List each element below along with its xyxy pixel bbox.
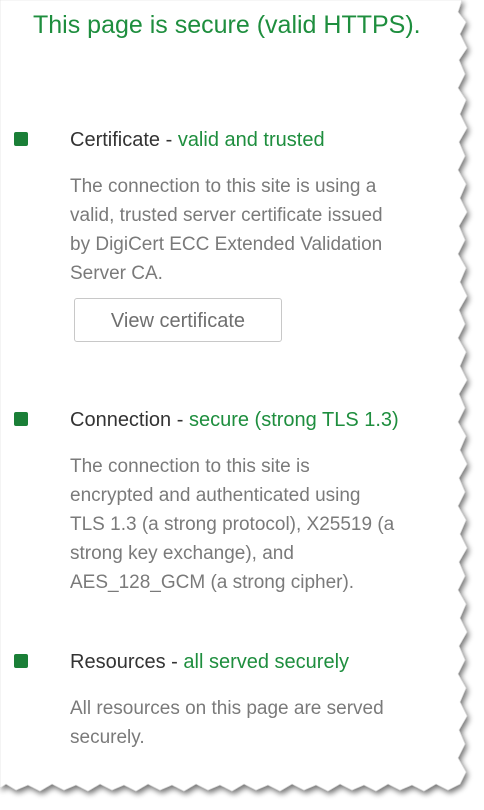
- certificate-status: valid and trusted: [177, 129, 325, 151]
- resources-title: Resources - all served securely: [70, 650, 349, 674]
- title-separator: -: [160, 129, 178, 151]
- connection-label: Connection: [70, 409, 172, 431]
- secure-status-square-icon: [14, 412, 28, 426]
- security-panel: This page is secure (valid HTTPS). Certi…: [0, 0, 484, 810]
- title-separator: -: [171, 409, 189, 431]
- certificate-label: Certificate: [70, 129, 161, 151]
- resources-label: Resources: [70, 651, 166, 673]
- certificate-title: Certificate - valid and trusted: [70, 128, 325, 152]
- secure-status-square-icon: [14, 654, 28, 668]
- connection-status: secure (strong TLS 1.3): [188, 409, 399, 431]
- connection-description: The connection to this site is encrypted…: [70, 456, 395, 593]
- resources-description: All resources on this page are served se…: [70, 698, 384, 748]
- secure-status-square-icon: [14, 132, 28, 146]
- certificate-description: The connection to this site is using a v…: [70, 176, 383, 284]
- view-certificate-button[interactable]: View certificate: [74, 298, 282, 342]
- security-content: This page is secure (valid HTTPS). Certi…: [0, 0, 456, 790]
- title-separator: -: [165, 651, 184, 673]
- page-security-headline: This page is secure (valid HTTPS).: [33, 11, 421, 39]
- connection-title: Connection - secure (strong TLS 1.3): [70, 408, 399, 432]
- resources-status: all served securely: [183, 651, 350, 673]
